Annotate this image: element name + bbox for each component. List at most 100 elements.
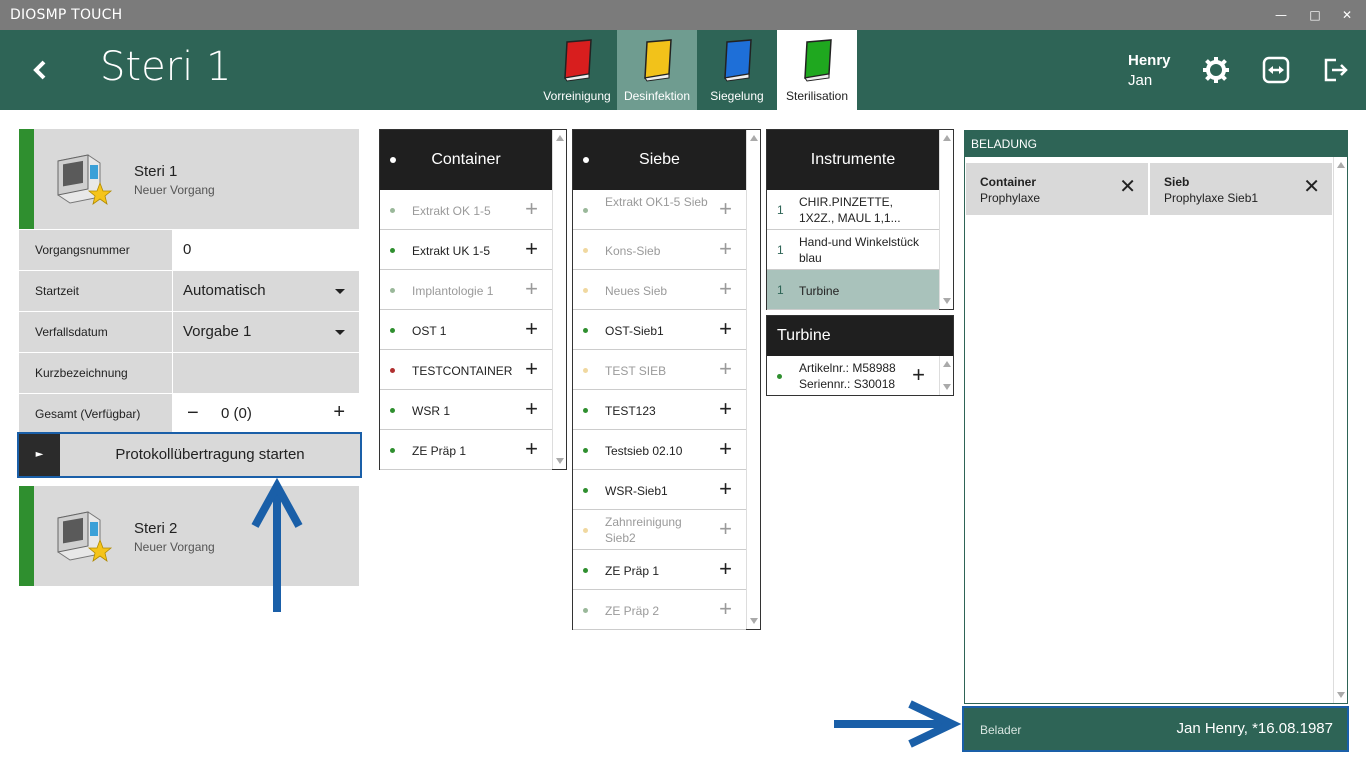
close-icon[interactable]: ✕ <box>1337 5 1357 25</box>
scroll-up-icon[interactable] <box>1337 162 1345 168</box>
list-item[interactable]: TESTCONTAINER + <box>380 350 552 390</box>
play-icon: ► <box>19 434 60 476</box>
instrument-item[interactable]: 1 CHIR.PINZETTE, 1X2Z., MAUL 1,1... <box>767 190 939 230</box>
field-verfallsdatum[interactable]: Verfallsdatum Vorgabe 1 <box>19 312 359 352</box>
instrument-count: 1 <box>777 243 784 257</box>
tab-vorreinigung[interactable]: Vorreinigung <box>537 30 617 110</box>
plus-icon[interactable]: + <box>719 598 732 620</box>
plus-icon[interactable]: + <box>719 278 732 300</box>
list-item[interactable]: WSR-Sieb1 + <box>573 470 746 510</box>
list-item[interactable]: Extrakt UK 1-5 + <box>380 230 552 270</box>
list-item[interactable]: OST-Sieb1 + <box>573 310 746 350</box>
verfallsdatum-select[interactable]: Vorgabe 1 <box>173 312 359 352</box>
list-item[interactable]: Zahnreinigung Sieb2 + <box>573 510 746 550</box>
startzeit-select[interactable]: Automatisch <box>173 271 359 311</box>
plus-icon[interactable]: + <box>525 438 538 460</box>
tab-sterilisation[interactable]: Sterilisation <box>777 30 857 110</box>
instrument-item[interactable]: 1 Turbine <box>767 270 939 310</box>
maximize-icon[interactable]: □ <box>1305 5 1325 25</box>
chevron-down-icon[interactable] <box>335 289 345 294</box>
beladung-card: Sieb Prophylaxe Sieb1 ✕ <box>1150 163 1332 215</box>
scroll-down-icon[interactable] <box>943 384 951 390</box>
list-item[interactable]: OST 1 + <box>380 310 552 350</box>
list-item[interactable]: TEST SIEB + <box>573 350 746 390</box>
status-dot <box>390 448 395 453</box>
plus-icon[interactable]: + <box>333 401 345 424</box>
instrument-label: Hand-und Winkelstück blau <box>799 235 920 265</box>
steri-card[interactable]: Steri 1 Neuer Vorgang <box>19 129 359 229</box>
scrollbar[interactable] <box>746 130 760 629</box>
tab-label: Vorreinigung <box>543 89 611 103</box>
plus-icon[interactable]: + <box>525 278 538 300</box>
remove-icon[interactable]: ✕ <box>1119 177 1136 197</box>
gear-icon[interactable] <box>1202 56 1230 84</box>
list-item[interactable]: ZE Präp 2 + <box>573 590 746 630</box>
plus-icon[interactable]: + <box>912 364 925 386</box>
list-item[interactable]: ZE Präp 1 + <box>573 550 746 590</box>
field-gesamt: Gesamt (Verfügbar) − 0 (0) + <box>19 394 359 434</box>
plus-icon[interactable]: + <box>719 198 732 220</box>
status-dot <box>583 248 588 253</box>
scroll-up-icon[interactable] <box>943 135 951 141</box>
plus-icon[interactable]: + <box>719 238 732 260</box>
list-item[interactable]: Neues Sieb + <box>573 270 746 310</box>
status-dot <box>390 208 395 213</box>
gesamt-stepper[interactable]: − 0 (0) + <box>173 394 359 434</box>
belader-bar[interactable]: Belader Jan Henry, *16.08.1987 <box>962 706 1349 752</box>
plus-icon[interactable]: + <box>525 198 538 220</box>
plus-icon[interactable]: + <box>525 398 538 420</box>
plus-icon[interactable]: + <box>719 438 732 460</box>
instrument-item[interactable]: 1 Hand-und Winkelstück blau <box>767 230 939 270</box>
field-label: Kurzbezeichnung <box>19 353 172 393</box>
scrollbar[interactable] <box>1333 157 1347 703</box>
list-item[interactable]: Kons-Sieb + <box>573 230 746 270</box>
plus-icon[interactable]: + <box>719 358 732 380</box>
scroll-down-icon[interactable] <box>1337 692 1345 698</box>
scroll-down-icon[interactable] <box>943 298 951 304</box>
beladung-header: BELADUNG <box>965 131 1347 157</box>
steri-card[interactable]: Steri 2 Neuer Vorgang <box>19 486 359 586</box>
field-startzeit[interactable]: Startzeit Automatisch <box>19 271 359 311</box>
app-header: Steri 1 Vorreinigung Desinfektion Siegel… <box>0 30 1366 110</box>
scroll-down-icon[interactable] <box>556 458 564 464</box>
book-green-icon <box>804 39 832 82</box>
back-arrow-icon[interactable] <box>28 52 54 88</box>
list-item[interactable]: Extrakt OK 1-5 + <box>380 190 552 230</box>
list-item-label: WSR 1 <box>412 404 451 418</box>
scrollbar[interactable] <box>939 130 953 309</box>
list-item[interactable]: Testsieb 02.10 + <box>573 430 746 470</box>
right-arrow-annotation <box>834 700 962 748</box>
list-item[interactable]: WSR 1 + <box>380 390 552 430</box>
scroll-down-icon[interactable] <box>750 618 758 624</box>
status-dot <box>390 328 395 333</box>
remove-icon[interactable]: ✕ <box>1303 177 1320 197</box>
tab-siegelung[interactable]: Siegelung <box>697 30 777 110</box>
protocol-start-button[interactable]: ► Protokollübertragung starten <box>17 432 362 478</box>
list-item[interactable]: TEST123 + <box>573 390 746 430</box>
list-item[interactable]: Implantologie 1 + <box>380 270 552 310</box>
scroll-up-icon[interactable] <box>943 361 951 367</box>
list-item[interactable]: Extrakt OK1-5 Sieb + <box>573 190 746 230</box>
kurzbezeichnung-input[interactable] <box>173 353 359 393</box>
remote-icon[interactable] <box>1262 56 1290 84</box>
plus-icon[interactable]: + <box>525 318 538 340</box>
minimize-icon[interactable]: — <box>1271 5 1291 25</box>
plus-icon[interactable]: + <box>719 518 732 540</box>
plus-icon[interactable]: + <box>719 558 732 580</box>
user-name: Henry Jan <box>1128 52 1171 89</box>
scroll-up-icon[interactable] <box>556 135 564 141</box>
chevron-down-icon[interactable] <box>335 330 345 335</box>
scrollbar[interactable] <box>939 356 953 395</box>
list-item[interactable]: ZE Präp 1 + <box>380 430 552 470</box>
tab-desinfektion[interactable]: Desinfektion <box>617 30 697 110</box>
minus-icon[interactable]: − <box>187 402 199 425</box>
plus-icon[interactable]: + <box>525 238 538 260</box>
plus-icon[interactable]: + <box>719 318 732 340</box>
plus-icon[interactable]: + <box>719 398 732 420</box>
plus-icon[interactable]: + <box>525 358 538 380</box>
scroll-up-icon[interactable] <box>750 135 758 141</box>
scrollbar[interactable] <box>552 130 566 469</box>
plus-icon[interactable]: + <box>719 478 732 500</box>
field-kurzbezeichnung[interactable]: Kurzbezeichnung <box>19 353 359 393</box>
logout-icon[interactable] <box>1322 56 1350 84</box>
